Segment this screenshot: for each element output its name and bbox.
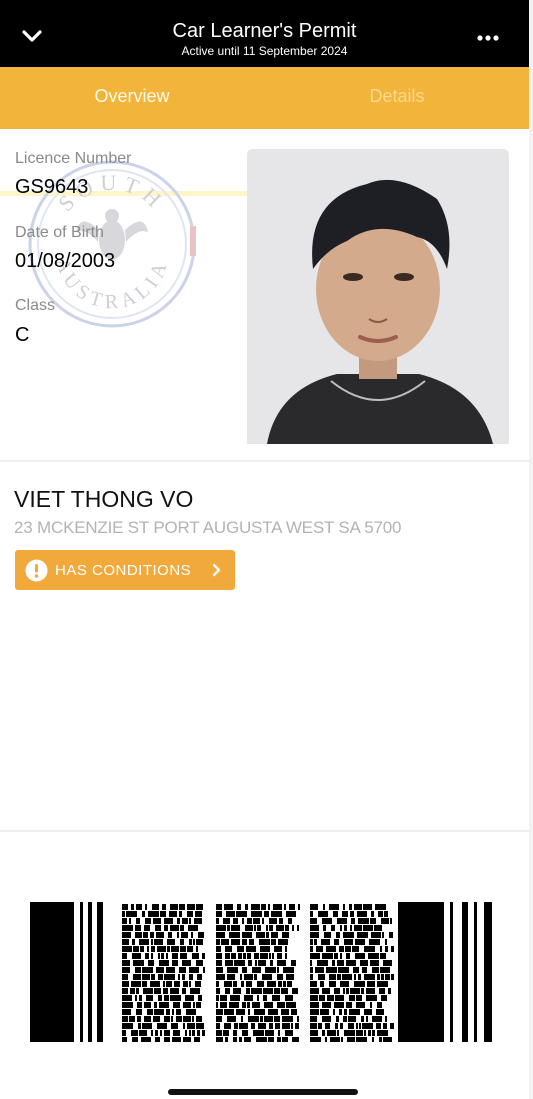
has-conditions-label: HAS CONDITIONS [55,562,192,579]
chevron-right-icon [212,563,221,577]
alert-circle-icon [25,559,48,582]
header-title-block: Car Learner's Permit Active until 11 Sep… [0,19,529,58]
page-title: Car Learner's Permit [172,20,357,42]
home-indicator[interactable] [168,1089,358,1095]
has-conditions-button[interactable]: HAS CONDITIONS [15,550,235,590]
licence-number-label: Licence Number [15,150,132,167]
pdf417-barcode [30,902,492,1042]
more-horizontal-icon[interactable] [472,28,504,48]
permit-status-subtitle: Active until 11 September 2024 [181,44,348,58]
tab-details[interactable]: Details [265,67,529,129]
section-divider-lower [0,830,529,832]
holder-photo [247,149,509,444]
section-divider [0,460,529,462]
licence-number-value: GS9643 [15,176,89,198]
app-header: Car Learner's Permit Active until 11 Sep… [0,0,529,67]
date-of-birth-label: Date of Birth [15,224,104,241]
class-value: C [15,324,30,346]
tab-bar: Overview Details [0,67,529,196]
tab-overview[interactable]: Overview [0,67,264,129]
date-of-birth-value: 01/08/2003 [15,250,116,272]
screen-edge [529,0,533,1099]
class-label: Class [15,297,56,314]
holder-address: 23 MCKENZIE ST PORT AUGUSTA WEST SA 5700 [14,518,402,537]
holder-name: VIET THONG VO [14,486,194,512]
